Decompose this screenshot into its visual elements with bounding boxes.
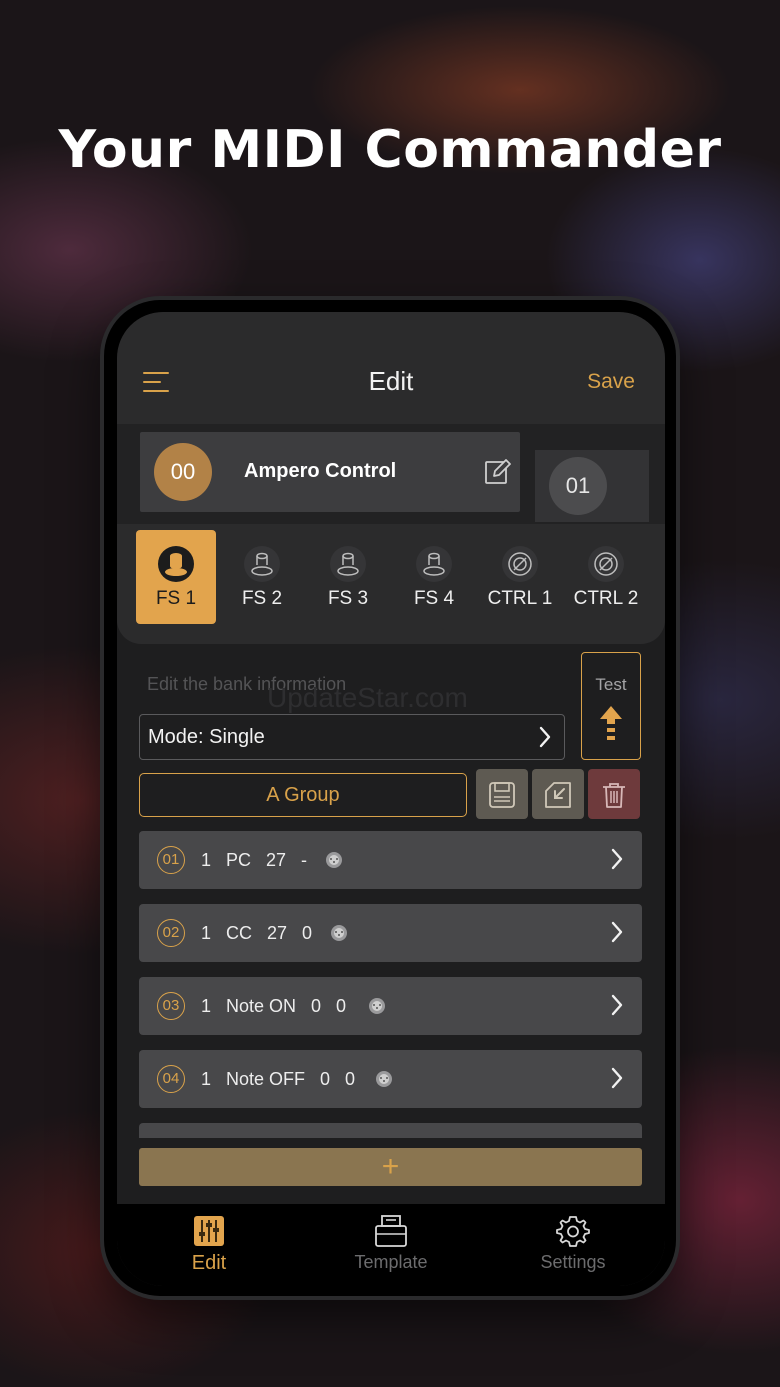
command-index: 04: [157, 1065, 185, 1093]
bank-number-badge: 00: [154, 443, 212, 501]
tab-template[interactable]: Template: [321, 1214, 461, 1273]
footswitch-tabs: FS 1 FS 2 FS 3 FS 4 CTRL 1 CTRL 2: [117, 530, 665, 626]
headline: Your MIDI Commander: [58, 120, 722, 180]
list-item[interactable]: 04 1 Note OFF 0 0: [139, 1050, 642, 1108]
knob-icon: [502, 546, 538, 582]
mode-selector[interactable]: Mode: Single: [139, 714, 565, 760]
chevron-right-icon: [611, 994, 623, 1016]
command-index: 02: [157, 919, 185, 947]
tab-label: FS 4: [413, 588, 455, 609]
watermark: UpdateStar.com: [267, 682, 468, 713]
add-command-button[interactable]: +: [139, 1148, 642, 1186]
midi-port-icon: [331, 925, 347, 941]
chevron-right-icon: [611, 848, 623, 870]
sliders-icon: [194, 1216, 224, 1246]
delete-group-button[interactable]: [588, 769, 640, 819]
footswitch-icon: [244, 546, 280, 582]
page-title: Edit: [368, 366, 414, 396]
tab-ctrl-1[interactable]: CTRL 1: [480, 530, 560, 624]
tab-label: FS 3: [327, 588, 369, 609]
next-bank[interactable]: 01: [535, 450, 649, 522]
next-bank-number: 01: [549, 457, 607, 515]
command-index: 03: [157, 992, 185, 1020]
nav-bar: Edit Save: [117, 312, 665, 424]
knob-icon: [588, 546, 624, 582]
tab-fs-4[interactable]: FS 4: [394, 530, 474, 624]
command-text: 1 Note ON 0 0: [201, 996, 347, 1016]
list-item[interactable]: 02 1 CC 27 0: [139, 904, 642, 962]
test-arrow-icon: [600, 706, 622, 740]
tab-fs-1[interactable]: FS 1: [136, 530, 216, 624]
list-item[interactable]: [139, 1123, 642, 1138]
tab-fs-2[interactable]: FS 2: [222, 530, 302, 624]
list-item[interactable]: 01 1 PC 27 -: [139, 831, 642, 889]
tab-ctrl-2[interactable]: CTRL 2: [566, 530, 646, 624]
footswitch-icon: [416, 546, 452, 582]
bank-name: Ampero Control: [244, 460, 397, 482]
import-icon: [545, 782, 571, 808]
midi-port-icon: [326, 852, 342, 868]
list-item[interactable]: 03 1 Note ON 0 0: [139, 977, 642, 1035]
save-button[interactable]: Save: [587, 370, 635, 394]
load-group-button[interactable]: [532, 769, 584, 819]
chevron-right-icon: [611, 921, 623, 943]
current-bank[interactable]: 00 Ampero Control: [140, 432, 520, 512]
tab-label: CTRL 1: [487, 588, 553, 609]
chevron-right-icon: [539, 726, 551, 748]
template-icon: [375, 1215, 407, 1247]
mode-label: Mode: Single: [148, 726, 265, 748]
gear-icon: [556, 1216, 590, 1247]
command-list: 01 1 PC 27 - 02 1 CC 27 0 03 1 Note ON 0…: [139, 831, 642, 1138]
test-button[interactable]: Test: [581, 652, 641, 760]
bank-row: 00 Ampero Control 01: [117, 424, 665, 524]
tab-label: Edit: [191, 1252, 227, 1274]
tab-label: Settings: [540, 1252, 606, 1272]
tab-settings[interactable]: Settings: [503, 1214, 643, 1273]
footswitch-icon: [330, 546, 366, 582]
tab-fs-3[interactable]: FS 3: [308, 530, 388, 624]
midi-port-icon: [369, 998, 385, 1014]
tab-label: Template: [354, 1252, 428, 1272]
group-selector[interactable]: A Group: [139, 773, 467, 817]
tab-edit[interactable]: Edit: [139, 1214, 279, 1275]
command-text: 1 CC 27 0: [201, 923, 313, 943]
floppy-icon: [489, 782, 515, 808]
tab-label: FS 2: [241, 588, 283, 609]
footswitch-icon: [158, 546, 194, 582]
test-label: Test: [595, 675, 627, 694]
tab-label: FS 1: [155, 588, 197, 609]
app-screen: Edit Save 00 Ampero Control 01 FS 1 FS 2…: [117, 312, 665, 1286]
command-text: 1 PC 27 -: [201, 850, 308, 870]
chevron-right-icon: [611, 1067, 623, 1089]
trash-icon: [603, 783, 625, 808]
bottom-tab-bar: Edit Template Settings: [117, 1204, 665, 1286]
command-index: 01: [157, 846, 185, 874]
command-text: 1 Note OFF 0 0: [201, 1069, 356, 1089]
top-card: Edit Save 00 Ampero Control 01 FS 1 FS 2…: [117, 312, 665, 644]
midi-port-icon: [376, 1071, 392, 1087]
save-group-button[interactable]: [476, 769, 528, 819]
edit-icon[interactable]: [484, 458, 512, 486]
tab-label: CTRL 2: [573, 588, 639, 609]
